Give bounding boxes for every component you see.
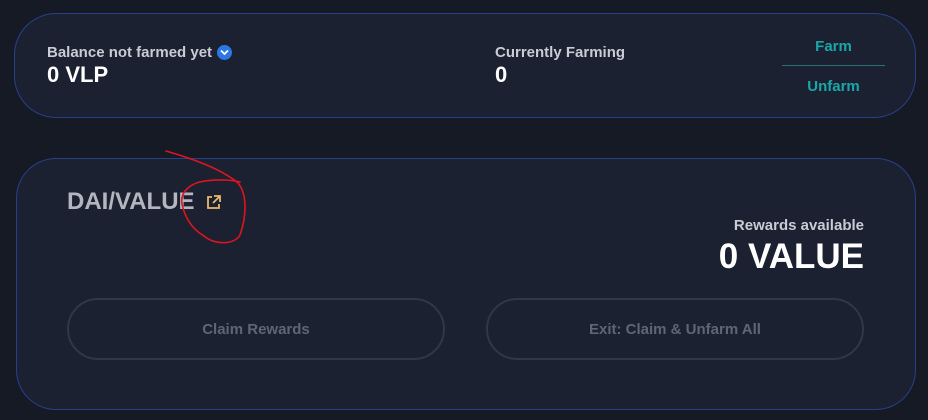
pool-name: DAI/VALUE <box>67 188 195 215</box>
balance-label: Balance not farmed yet <box>47 44 213 61</box>
balance-value: 0 VLP <box>47 62 109 87</box>
farming-value: 0 <box>495 62 508 87</box>
pool-card: DAI/VALUE Rewards available 0 VALUE Clai… <box>16 158 916 410</box>
unfarm-button[interactable]: Unfarm <box>782 78 885 95</box>
external-link-icon[interactable] <box>205 194 222 211</box>
exit-claim-unfarm-button[interactable]: Exit: Claim & Unfarm All <box>486 298 864 360</box>
divider <box>782 65 885 66</box>
rewards-value: 0 VALUE <box>718 237 864 276</box>
balance-card: Balance not farmed yet 0 VLP Currently F… <box>14 13 916 118</box>
balance-label-row: Balance not farmed yet <box>47 44 233 61</box>
farming-label: Currently Farming <box>495 44 626 61</box>
farm-button[interactable]: Farm <box>782 38 885 55</box>
pool-title: DAI/VALUE <box>67 188 222 216</box>
rewards-label: Rewards available <box>733 217 864 234</box>
claim-rewards-button[interactable]: Claim Rewards <box>67 298 445 360</box>
chevron-down-icon[interactable] <box>217 45 233 60</box>
